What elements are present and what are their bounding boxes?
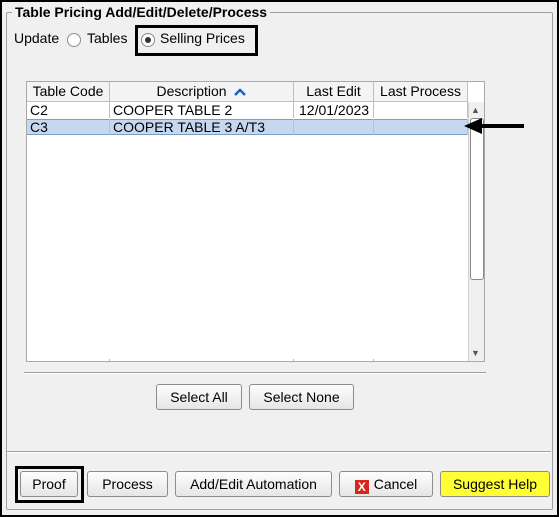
divider [7,451,551,453]
scroll-thumb[interactable] [470,118,484,280]
column-header-description-label: Description [156,83,227,99]
cancel-button-label: Cancel [373,476,418,492]
column-divider [293,359,294,361]
column-divider [109,359,110,361]
table-row-selected[interactable]: C3 COOPER TABLE 3 A/T3 [27,119,468,135]
select-all-button[interactable]: Select All [156,384,242,410]
cell-table-code: C2 [27,102,110,118]
pricing-table-grid[interactable]: Table Code Description Last Edit Last Pr… [26,81,485,362]
cancel-button[interactable]: X Cancel [339,471,433,497]
column-divider [373,359,374,361]
column-header-last-edit[interactable]: Last Edit [294,82,374,102]
pointer-arrow-icon [464,118,524,134]
column-header-description[interactable]: Description [110,82,294,102]
group-title: Table Pricing Add/Edit/Delete/Process [12,4,271,20]
cell-description: COOPER TABLE 2 [110,102,294,118]
cancel-x-icon: X [354,480,369,494]
radio-tables-label[interactable]: Tables [87,30,127,46]
column-header-last-process[interactable]: Last Process [374,82,468,102]
callout-box-selling-prices [135,25,258,56]
cell-last-edit [294,119,374,135]
update-label: Update [14,30,60,46]
radio-tables[interactable] [67,33,81,47]
column-header-table-code[interactable]: Table Code [27,82,110,102]
vertical-scrollbar[interactable]: ▲ ▼ [468,102,484,361]
scroll-up-icon[interactable]: ▲ [471,105,480,115]
sort-ascending-icon [234,88,247,96]
add-edit-automation-button[interactable]: Add/Edit Automation [175,471,332,497]
process-button[interactable]: Process [87,471,168,497]
cell-table-code: C3 [27,119,110,135]
cell-last-process [374,102,468,118]
suggest-help-button[interactable]: Suggest Help [440,471,550,497]
cell-description: COOPER TABLE 3 A/T3 [110,119,294,135]
table-row[interactable]: C2 COOPER TABLE 2 12/01/2023 [27,102,468,118]
cell-last-edit: 12/01/2023 [294,102,374,118]
cell-last-process [374,119,468,135]
select-none-button[interactable]: Select None [249,384,354,410]
scroll-down-icon[interactable]: ▼ [471,348,480,358]
dialog-frame: Table Pricing Add/Edit/Delete/Process Up… [0,0,559,517]
divider [24,372,486,374]
callout-box-proof [15,466,84,503]
